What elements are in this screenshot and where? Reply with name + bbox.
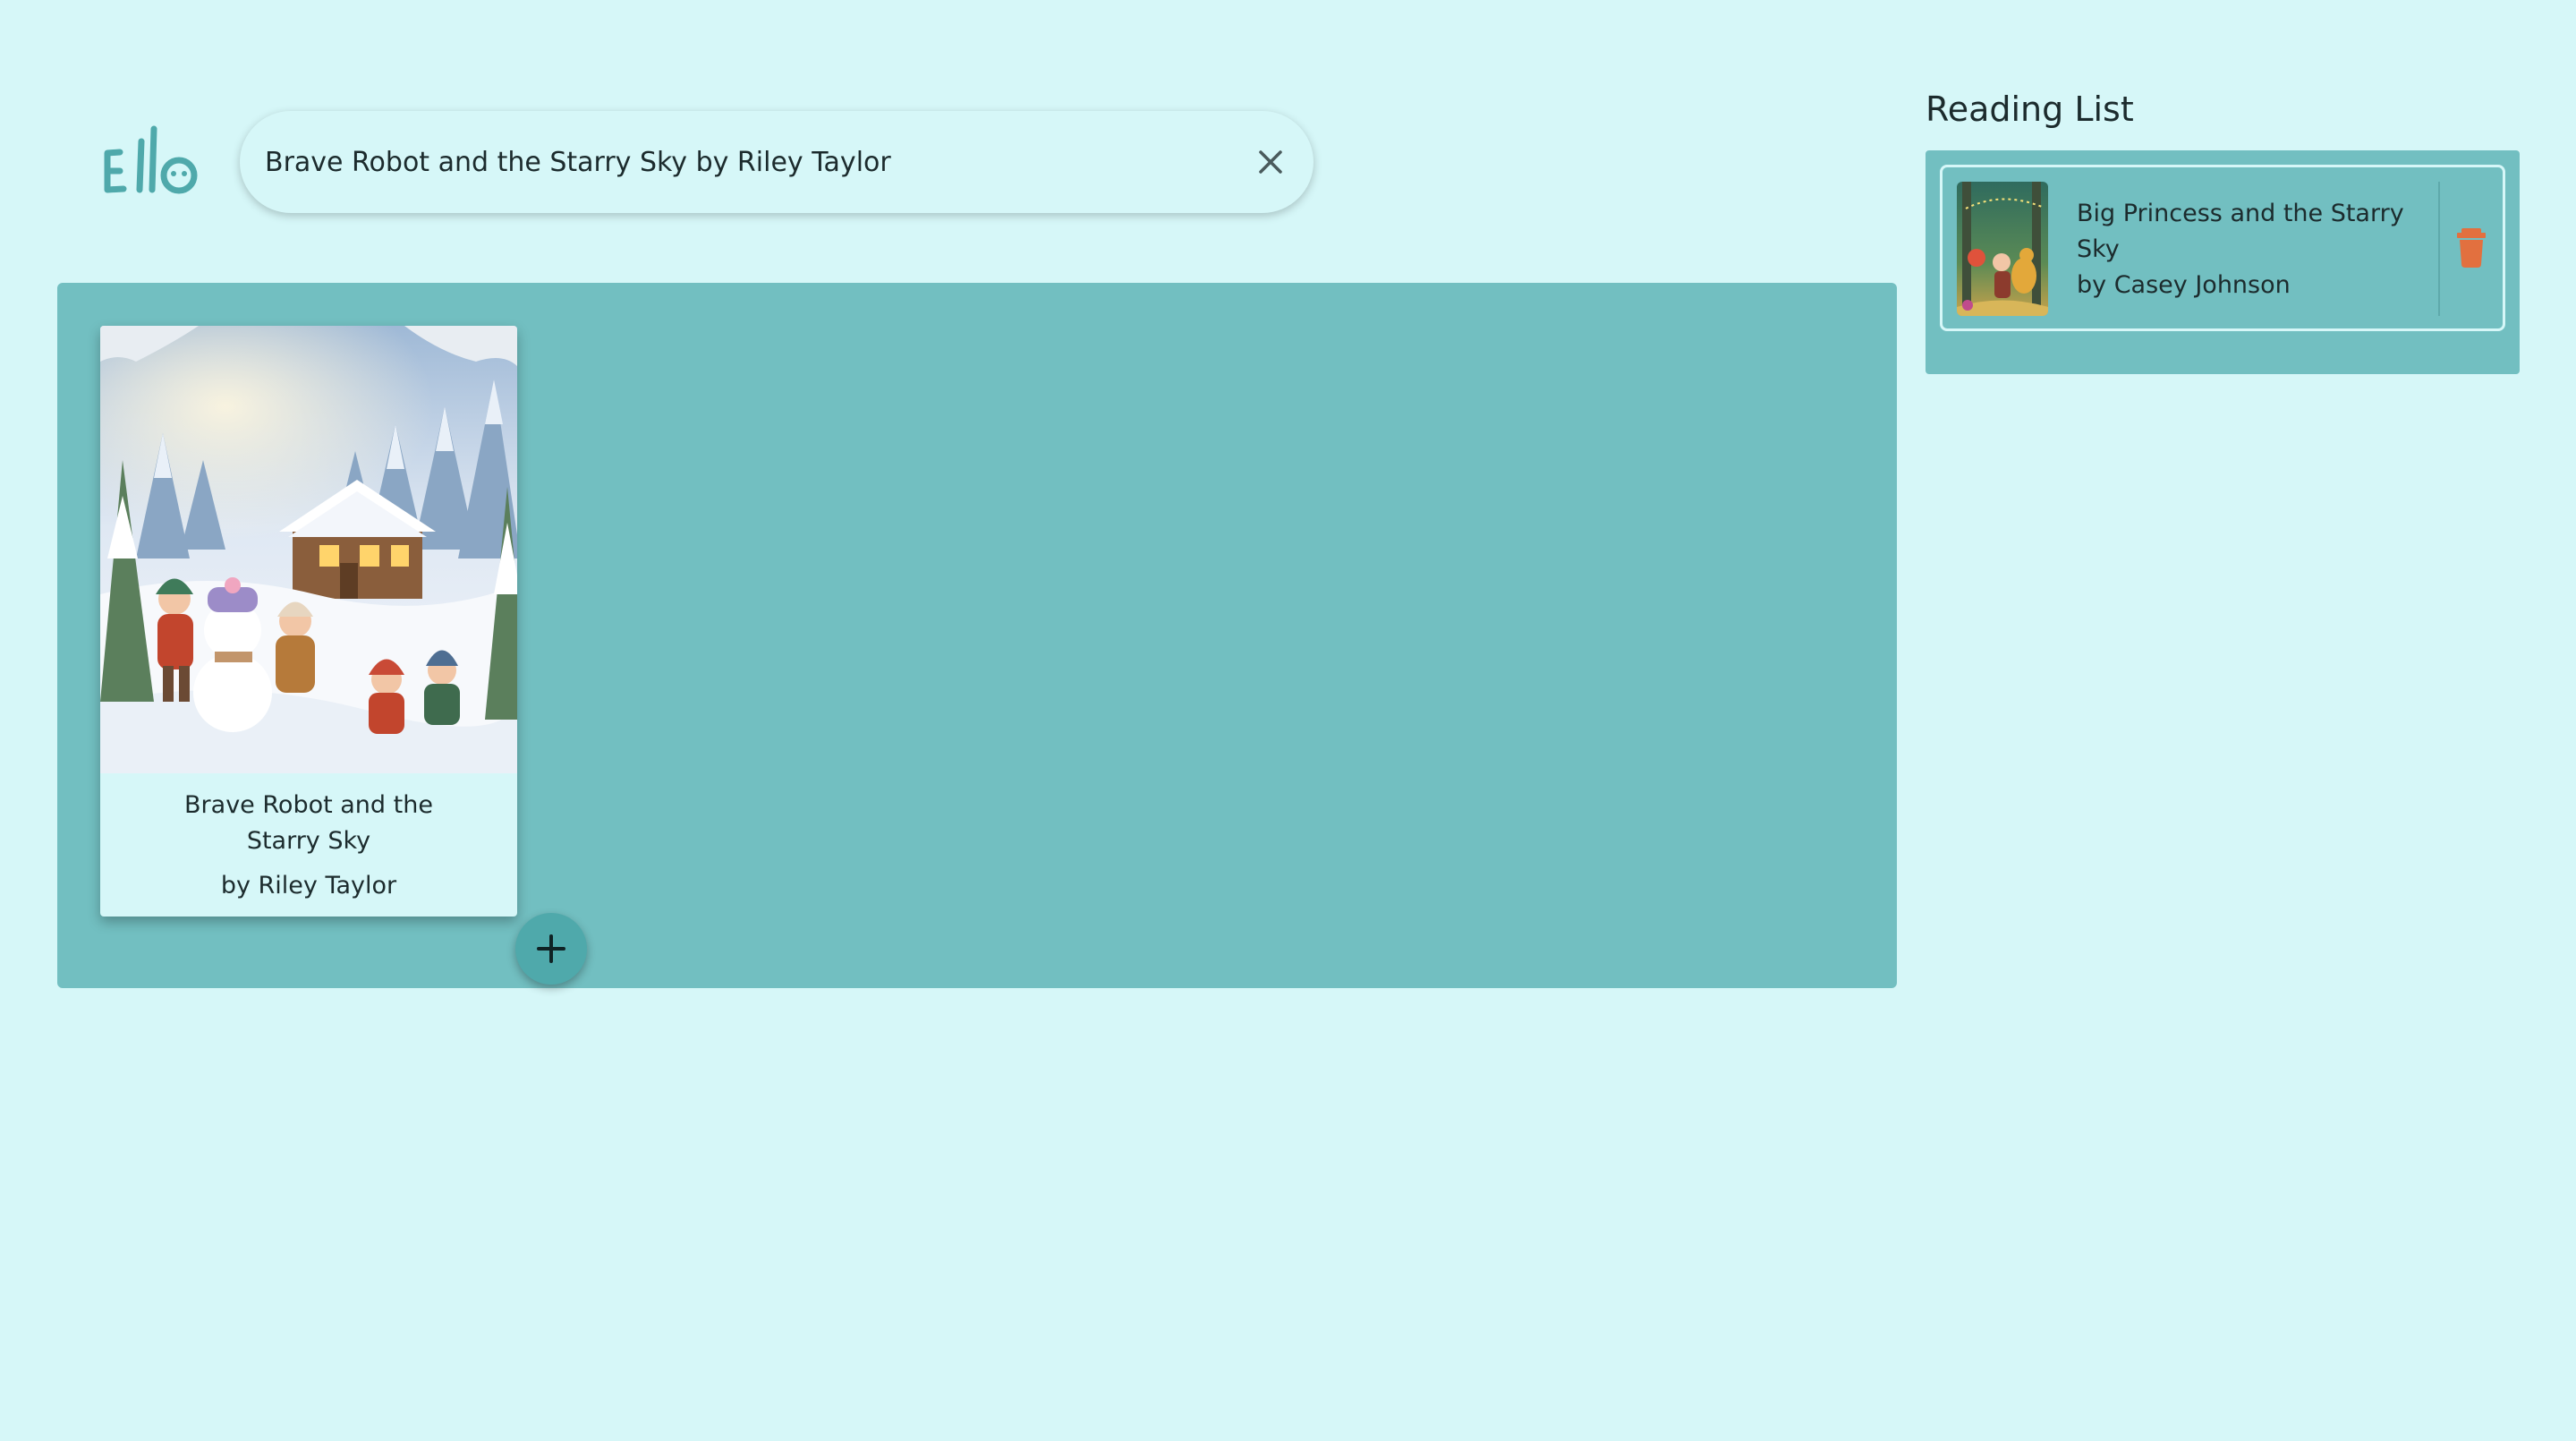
reading-list-heading: Reading List [1926,90,2134,129]
add-to-reading-list-button[interactable] [515,913,587,985]
ello-logo [104,125,198,194]
reading-list-panel: Big Princess and the Starry Sky by Casey… [1926,150,2520,374]
reading-list-item-author: by Casey Johnson [2077,271,2291,299]
book-cover-image [100,326,517,773]
reading-list-item[interactable]: Big Princess and the Starry Sky by Casey… [1940,165,2505,331]
reading-list-item-title: Big Princess and the Starry Sky [2077,200,2404,263]
reading-list-item-cover [1957,182,2048,316]
search-bar [240,111,1314,213]
book-card[interactable]: Brave Robot and the Starry Sky by Riley … [100,326,587,985]
page: Brave Robot and the Starry Sky by Riley … [0,0,2576,1441]
trash-icon [2457,228,2486,268]
divider [2438,182,2440,316]
remove-from-reading-list-button[interactable] [2449,223,2494,273]
search-input[interactable] [265,111,1195,213]
plus-icon [537,934,565,963]
book-title: Brave Robot and the Starry Sky [184,791,433,855]
search-results-panel: Brave Robot and the Starry Sky by Riley … [57,283,1897,988]
close-icon [1259,150,1282,174]
clear-search-button[interactable] [1244,135,1297,189]
book-author: by Riley Taylor [220,872,397,900]
